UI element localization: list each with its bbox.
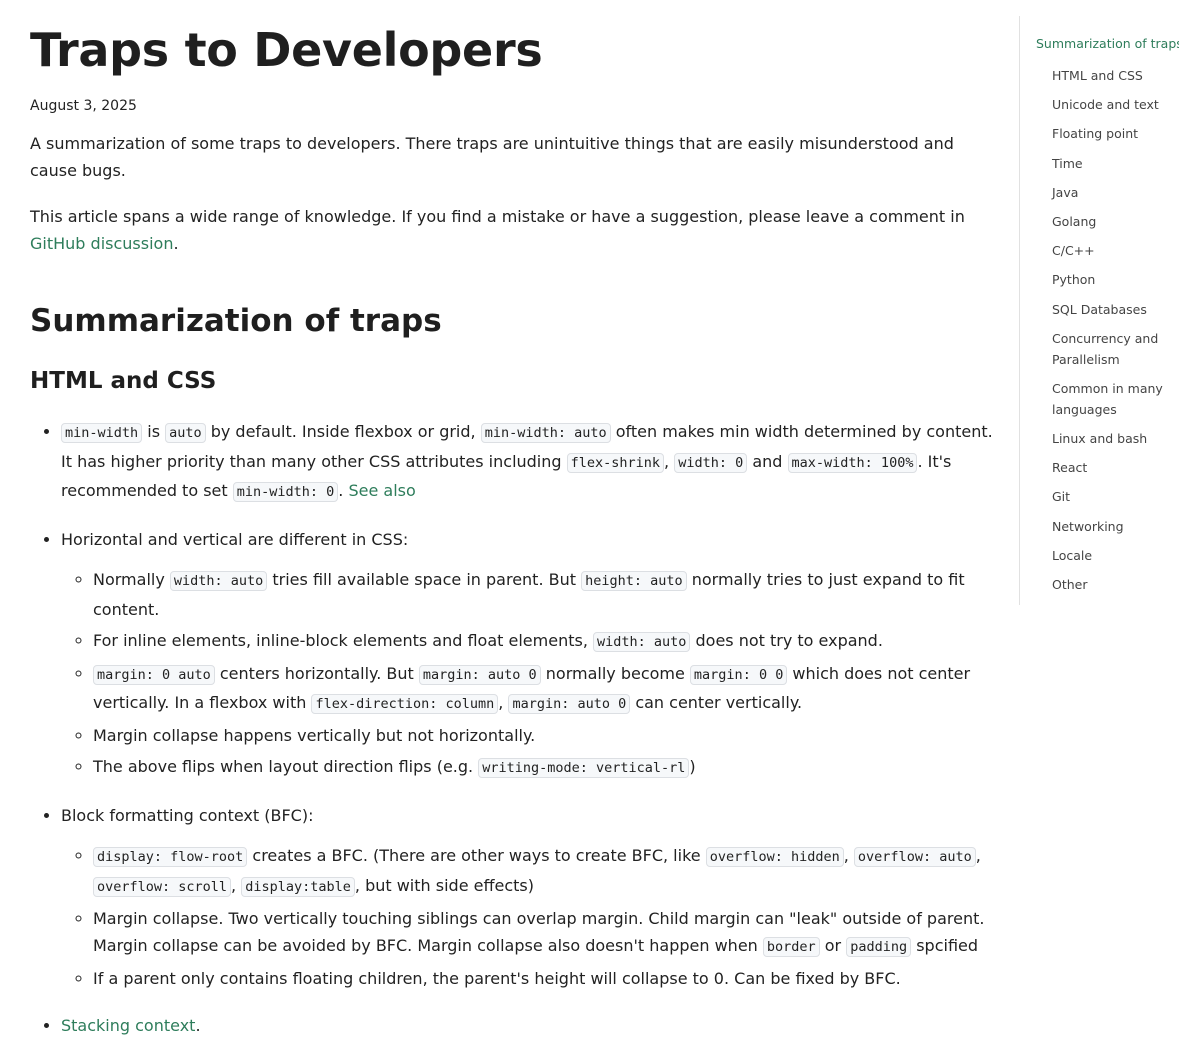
inline-code: min-width: 0 xyxy=(232,482,339,502)
intro-paragraph-2: This article spans a wide range of knowl… xyxy=(30,203,995,257)
intro-text: This article spans a wide range of knowl… xyxy=(30,207,965,226)
sub-list: display: flow-root creates a BFC. (There… xyxy=(61,842,995,993)
inline-code: auto xyxy=(165,423,206,443)
inline-code: width: 0 xyxy=(674,452,748,473)
sub-list: Normally width: auto tries fill availabl… xyxy=(61,566,995,783)
toc-item-react[interactable]: React xyxy=(1052,457,1176,478)
inline-code: flex-direction: column xyxy=(311,694,499,714)
sub-list-item: display: flow-root creates a BFC. (There… xyxy=(93,842,995,901)
item-text: For inline elements, inline-block elemen… xyxy=(93,630,593,650)
item-text: does not try to expand. xyxy=(690,630,883,650)
subsection-heading: HTML and CSS xyxy=(30,368,217,394)
inline-code: overflow: scroll xyxy=(93,876,232,897)
section-heading: Summarization of traps xyxy=(30,303,442,339)
toc-item-common-in-many-languages[interactable]: Common in many languages xyxy=(1052,378,1176,420)
inline-code: border xyxy=(762,937,820,957)
item-text: , xyxy=(843,846,854,865)
item-text: normally become xyxy=(540,663,690,683)
item-text: by default. Inside flexbox or grid, xyxy=(205,422,481,441)
item-text: or xyxy=(819,936,847,955)
inline-code: margin: auto 0 xyxy=(508,694,631,714)
inline-code: display:table xyxy=(241,876,355,897)
stacking-context-link[interactable]: Stacking context xyxy=(61,1016,195,1035)
intro-paragraph: A summarization of some traps to develop… xyxy=(30,134,954,180)
see-also-link[interactable]: See also xyxy=(348,481,415,500)
item-text: creates a BFC. (There are other ways to … xyxy=(247,846,706,865)
inline-code: flex-shrink xyxy=(566,452,665,473)
publish-date: August 3, 2025 xyxy=(30,98,137,114)
inline-code: min-width xyxy=(61,423,143,443)
item-text: , xyxy=(975,846,981,865)
toc-item-c-cpp[interactable]: C/C++ xyxy=(1052,240,1176,261)
toc-item-java[interactable]: Java xyxy=(1052,182,1176,203)
item-text: is xyxy=(142,422,166,441)
item-text: If a parent only contains floating child… xyxy=(93,969,901,988)
list-item: Horizontal and vertical are different in… xyxy=(61,526,995,783)
item-text: Horizontal and vertical are different in… xyxy=(61,529,409,549)
item-text: spcified xyxy=(911,936,979,955)
item-text: The above flips when layout direction fl… xyxy=(93,757,479,776)
toc-item-summarization-of-traps[interactable]: Summarization of traps xyxy=(1036,36,1179,51)
inline-code: margin: auto 0 xyxy=(418,664,541,685)
toc-list: HTML and CSS Unicode and text Floating p… xyxy=(1052,65,1176,603)
sub-list-item: For inline elements, inline-block elemen… xyxy=(93,627,995,657)
github-discussion-link[interactable]: GitHub discussion xyxy=(30,234,173,253)
item-text: ) xyxy=(689,757,696,776)
page-title: Traps to Developers xyxy=(30,23,543,77)
inline-code: min-width: auto xyxy=(480,423,611,443)
inline-code: width: auto xyxy=(169,571,268,591)
item-text: Margin collapse happens vertically but n… xyxy=(93,726,536,745)
sub-list-item: If a parent only contains floating child… xyxy=(93,965,995,993)
inline-code: padding xyxy=(846,937,912,957)
table-of-contents: Summarization of traps HTML and CSS Unic… xyxy=(1019,16,1179,605)
toc-item-sql-databases[interactable]: SQL Databases xyxy=(1052,299,1176,320)
sub-list-item: margin: 0 auto centers horizontally. But… xyxy=(93,660,995,719)
article: Traps to Developers August 3, 2025 A sum… xyxy=(30,0,995,1058)
sub-list-item: The above flips when layout direction fl… xyxy=(93,753,995,783)
item-text: , xyxy=(498,693,509,712)
item-text: Normally xyxy=(93,570,170,589)
item-text: Block formatting context (BFC): xyxy=(61,805,314,825)
traps-list: min-width is auto by default. Inside fle… xyxy=(30,418,995,1039)
intro-end: . xyxy=(173,234,179,253)
item-text: , but with side effects) xyxy=(354,875,534,895)
item-text: , xyxy=(664,451,675,471)
sub-list-item: Normally width: auto tries fill availabl… xyxy=(93,566,995,623)
item-text: tries fill available space in parent. Bu… xyxy=(267,570,582,589)
sub-list-item: Margin collapse. Two vertically touching… xyxy=(93,905,995,962)
inline-code: max-width: 100% xyxy=(787,452,918,473)
item-text: centers horizontally. But xyxy=(214,663,419,683)
inline-code: overflow: hidden xyxy=(705,847,844,867)
list-item: Block formatting context (BFC): display:… xyxy=(61,802,995,993)
toc-item-git[interactable]: Git xyxy=(1052,486,1176,507)
toc-item-locale[interactable]: Locale xyxy=(1052,545,1176,566)
inline-code: overflow: auto xyxy=(853,847,976,867)
sub-list-item: Margin collapse happens vertically but n… xyxy=(93,722,995,750)
toc-item-concurrency-and-parallelism[interactable]: Concurrency and Parallelism xyxy=(1052,328,1176,370)
toc-item-html-and-css[interactable]: HTML and CSS xyxy=(1052,65,1176,86)
inline-code: display: flow-root xyxy=(93,847,248,867)
inline-code: writing-mode: vertical-rl xyxy=(478,758,690,778)
list-item: Stacking context. xyxy=(61,1012,995,1040)
toc-item-linux-and-bash[interactable]: Linux and bash xyxy=(1052,428,1176,449)
item-text: . xyxy=(338,481,349,500)
item-text: and xyxy=(747,451,788,471)
item-text: can center vertically. xyxy=(630,693,803,712)
inline-code: margin: 0 auto xyxy=(93,664,215,685)
toc-item-golang[interactable]: Golang xyxy=(1052,211,1176,232)
item-text: , xyxy=(231,875,242,895)
item-text: . xyxy=(195,1015,201,1035)
inline-code: width: auto xyxy=(593,631,691,652)
toc-item-time[interactable]: Time xyxy=(1052,153,1176,174)
inline-code: margin: 0 0 xyxy=(689,664,788,685)
toc-item-floating-point[interactable]: Floating point xyxy=(1052,123,1176,144)
list-item: min-width is auto by default. Inside fle… xyxy=(61,418,995,507)
inline-code: height: auto xyxy=(581,571,687,591)
toc-item-networking[interactable]: Networking xyxy=(1052,516,1176,537)
toc-item-unicode-and-text[interactable]: Unicode and text xyxy=(1052,94,1176,115)
toc-item-python[interactable]: Python xyxy=(1052,269,1176,290)
toc-item-other[interactable]: Other xyxy=(1052,574,1176,595)
